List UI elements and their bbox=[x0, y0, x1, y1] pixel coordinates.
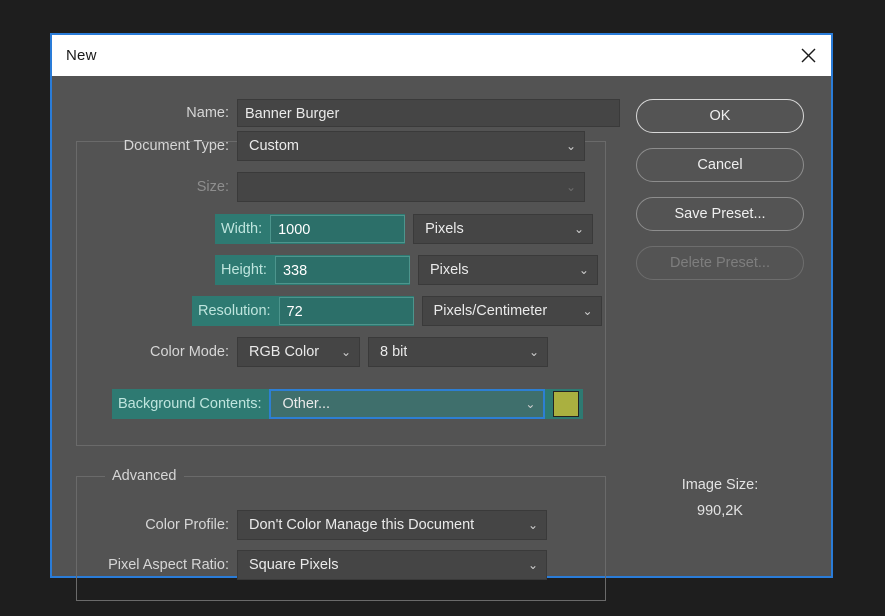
background-contents-row: Background Contents: Other... ⌄ bbox=[52, 389, 630, 419]
resolution-highlight: Resolution: 72 bbox=[192, 296, 414, 326]
ok-button[interactable]: OK bbox=[636, 99, 804, 133]
color-mode-label: Color Mode: bbox=[150, 344, 229, 360]
width-row: Width: 1000 Pixels ⌄ bbox=[52, 214, 630, 244]
document-type-select[interactable]: Custom ⌄ bbox=[237, 131, 585, 161]
close-icon[interactable] bbox=[785, 35, 831, 76]
color-mode-value: RGB Color bbox=[249, 344, 320, 360]
background-contents-label: Background Contents: bbox=[112, 389, 270, 419]
size-select: ⌄ bbox=[237, 172, 585, 202]
width-unit-value: Pixels bbox=[425, 221, 464, 237]
chevron-down-icon: ⌄ bbox=[527, 518, 538, 532]
cancel-button[interactable]: Cancel bbox=[636, 148, 804, 182]
save-preset-button[interactable]: Save Preset... bbox=[636, 197, 804, 231]
resolution-label: Resolution: bbox=[192, 296, 279, 326]
delete-preset-button: Delete Preset... bbox=[636, 246, 804, 280]
resolution-input[interactable]: 72 bbox=[278, 297, 414, 325]
resolution-unit-select[interactable]: Pixels/Centimeter ⌄ bbox=[421, 296, 602, 326]
background-contents-value: Other... bbox=[282, 396, 331, 412]
chevron-down-icon: ⌄ bbox=[582, 304, 593, 318]
height-unit-select[interactable]: Pixels ⌄ bbox=[417, 255, 598, 285]
dialog-titlebar: New bbox=[52, 35, 831, 76]
chevron-down-icon: ⌄ bbox=[340, 345, 351, 359]
color-profile-label: Color Profile: bbox=[145, 517, 229, 533]
height-input[interactable]: 338 bbox=[274, 256, 410, 284]
height-highlight: Height: 338 bbox=[215, 255, 410, 285]
image-size-label: Image Size: bbox=[681, 477, 759, 493]
image-size-block: Image Size: 990,2K bbox=[636, 472, 804, 524]
background-contents-select[interactable]: Other... ⌄ bbox=[269, 389, 546, 419]
size-row: Size: ⌄ bbox=[52, 172, 630, 202]
color-profile-value: Don't Color Manage this Document bbox=[249, 517, 475, 533]
name-row: Name: Banner Burger bbox=[52, 98, 630, 128]
color-mode-row: Color Mode: RGB Color ⌄ 8 bit ⌄ bbox=[52, 337, 630, 367]
color-profile-select[interactable]: Don't Color Manage this Document ⌄ bbox=[237, 510, 547, 540]
name-label: Name: bbox=[186, 105, 229, 121]
color-mode-select[interactable]: RGB Color ⌄ bbox=[237, 337, 360, 367]
actions-column: OK Cancel Save Preset... Delete Preset..… bbox=[630, 76, 831, 576]
pixel-aspect-ratio-value: Square Pixels bbox=[249, 557, 339, 573]
chevron-down-icon: ⌄ bbox=[565, 139, 576, 153]
chevron-down-icon: ⌄ bbox=[525, 397, 536, 411]
color-profile-row: Color Profile: Don't Color Manage this D… bbox=[52, 510, 630, 540]
width-input[interactable]: 1000 bbox=[270, 215, 406, 243]
resolution-unit-value: Pixels/Centimeter bbox=[433, 303, 548, 319]
width-unit-select[interactable]: Pixels ⌄ bbox=[413, 214, 594, 244]
pixel-aspect-ratio-row: Pixel Aspect Ratio: Square Pixels ⌄ bbox=[52, 550, 630, 580]
chevron-down-icon: ⌄ bbox=[574, 222, 585, 236]
resolution-row: Resolution: 72 Pixels/Centimeter ⌄ bbox=[52, 296, 630, 326]
background-contents-highlight: Background Contents: Other... ⌄ bbox=[112, 389, 584, 419]
advanced-legend: Advanced bbox=[105, 467, 184, 485]
dialog-body: Advanced Name: Banner Burger Document Ty… bbox=[52, 76, 831, 601]
name-input[interactable]: Banner Burger bbox=[237, 99, 620, 127]
width-label: Width: bbox=[215, 214, 271, 244]
height-row: Height: 338 Pixels ⌄ bbox=[52, 255, 630, 285]
height-unit-value: Pixels bbox=[429, 262, 469, 278]
chevron-down-icon: ⌄ bbox=[565, 180, 576, 194]
pixel-aspect-ratio-label: Pixel Aspect Ratio: bbox=[108, 557, 229, 573]
document-type-row: Document Type: Custom ⌄ bbox=[52, 131, 630, 161]
image-size-value: 990,2K bbox=[697, 503, 743, 519]
dialog-title: New bbox=[66, 47, 97, 64]
pixel-aspect-ratio-select[interactable]: Square Pixels ⌄ bbox=[237, 550, 547, 580]
chevron-down-icon: ⌄ bbox=[578, 263, 589, 277]
chevron-down-icon: ⌄ bbox=[528, 345, 539, 359]
chevron-down-icon: ⌄ bbox=[527, 558, 538, 572]
document-type-value: Custom bbox=[249, 138, 299, 154]
size-label: Size: bbox=[196, 179, 229, 195]
form-column: Advanced Name: Banner Burger Document Ty… bbox=[52, 76, 630, 601]
background-color-swatch[interactable] bbox=[553, 391, 580, 417]
color-depth-value: 8 bit bbox=[380, 344, 408, 360]
width-highlight: Width: 1000 bbox=[215, 214, 406, 244]
document-type-label: Document Type: bbox=[123, 138, 229, 154]
color-depth-select[interactable]: 8 bit ⌄ bbox=[368, 337, 548, 367]
height-label: Height: bbox=[215, 255, 275, 285]
new-document-dialog: New Advanced Name: Banner Burger Documen… bbox=[50, 33, 833, 601]
